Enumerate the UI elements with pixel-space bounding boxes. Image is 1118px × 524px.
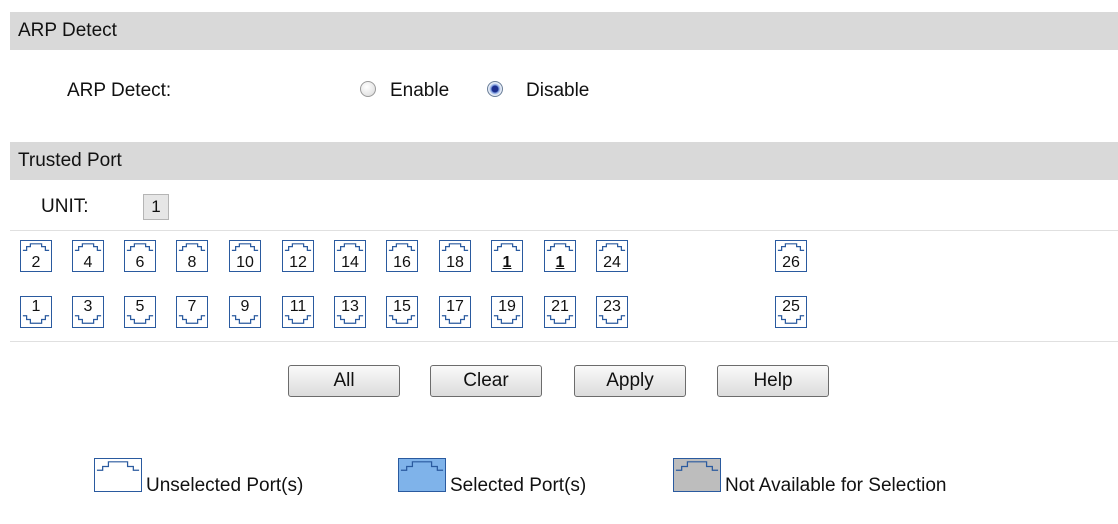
port-number: 16 — [393, 254, 411, 271]
port-number: 1 — [555, 254, 565, 271]
port-number: 26 — [782, 254, 800, 271]
port-number: 4 — [83, 254, 93, 271]
port-top-10[interactable]: 1 — [544, 240, 576, 272]
port-number: 24 — [603, 254, 621, 271]
port-bottom-6[interactable]: 13 — [334, 296, 366, 328]
not-available-port-icon — [673, 458, 721, 492]
disable-radio-label[interactable]: Disable — [526, 80, 589, 102]
arp-detect-section-title: ARP Detect — [18, 20, 117, 41]
port-number: 3 — [83, 298, 93, 315]
port-number: 6 — [135, 254, 145, 271]
port-number: 15 — [393, 298, 411, 315]
port-number: 13 — [341, 298, 359, 315]
port-number: 21 — [551, 298, 569, 315]
port-number: 9 — [240, 298, 250, 315]
port-number: 11 — [289, 298, 307, 315]
port-number: 7 — [187, 298, 197, 315]
port-bottom-5[interactable]: 11 — [282, 296, 314, 328]
trusted-port-section-header: Trusted Port — [10, 142, 1118, 180]
legend-selected-label: Selected Port(s) — [450, 475, 587, 496]
port-top-7[interactable]: 16 — [386, 240, 418, 272]
port-top-2[interactable]: 6 — [124, 240, 156, 272]
port-number: 19 — [498, 298, 516, 315]
port-bottom-9[interactable]: 19 — [491, 296, 523, 328]
port-bottom-0[interactable]: 1 — [20, 296, 52, 328]
port-top-4[interactable]: 10 — [229, 240, 261, 272]
port-bottom-8[interactable]: 17 — [439, 296, 471, 328]
enable-radio-label[interactable]: Enable — [390, 80, 449, 102]
port-number: 14 — [341, 254, 359, 271]
port-top-5[interactable]: 12 — [282, 240, 314, 272]
arp-detect-field-label: ARP Detect: — [67, 80, 172, 101]
port-number: 17 — [446, 298, 464, 315]
port-number: 1 — [502, 254, 512, 271]
port-bottom-11[interactable]: 23 — [596, 296, 628, 328]
clear-button[interactable]: Clear — [430, 365, 542, 397]
trusted-port-section-title: Trusted Port — [18, 150, 122, 171]
port-number: 18 — [446, 254, 464, 271]
port-number: 12 — [289, 254, 307, 271]
port-bottom-7[interactable]: 15 — [386, 296, 418, 328]
unselected-port-icon — [94, 458, 142, 492]
selected-port-icon — [398, 458, 446, 492]
unit-label: UNIT: — [41, 196, 89, 217]
apply-button[interactable]: Apply — [574, 365, 686, 397]
port-bottom-1[interactable]: 3 — [72, 296, 104, 328]
help-button[interactable]: Help — [717, 365, 829, 397]
port-bottom-4[interactable]: 9 — [229, 296, 261, 328]
port-number: 2 — [31, 254, 41, 271]
port-top-11[interactable]: 24 — [596, 240, 628, 272]
port-number: 1 — [31, 298, 41, 315]
port-bottom-10[interactable]: 21 — [544, 296, 576, 328]
arp-detect-section-header: ARP Detect — [10, 12, 1118, 50]
unit-selector[interactable]: 1 — [143, 194, 169, 220]
port-number: 10 — [236, 254, 254, 271]
enable-radio[interactable] — [360, 81, 376, 97]
port-bottom-2[interactable]: 5 — [124, 296, 156, 328]
port-top-6[interactable]: 14 — [334, 240, 366, 272]
port-top-3[interactable]: 8 — [176, 240, 208, 272]
select-all-button[interactable]: All — [288, 365, 400, 397]
port-top-1[interactable]: 4 — [72, 240, 104, 272]
disable-radio[interactable] — [487, 81, 503, 97]
legend-not-available-label: Not Available for Selection — [725, 475, 947, 496]
port-top-8[interactable]: 18 — [439, 240, 471, 272]
port-top-9[interactable]: 1 — [491, 240, 523, 272]
legend-unselected-label: Unselected Port(s) — [146, 475, 304, 496]
port-number: 8 — [187, 254, 197, 271]
port-top-0[interactable]: 2 — [20, 240, 52, 272]
port-bottom-12[interactable]: 25 — [775, 296, 807, 328]
port-top-12[interactable]: 26 — [775, 240, 807, 272]
port-number: 23 — [603, 298, 621, 315]
port-number: 25 — [782, 298, 800, 315]
port-number: 5 — [135, 298, 145, 315]
port-bottom-3[interactable]: 7 — [176, 296, 208, 328]
